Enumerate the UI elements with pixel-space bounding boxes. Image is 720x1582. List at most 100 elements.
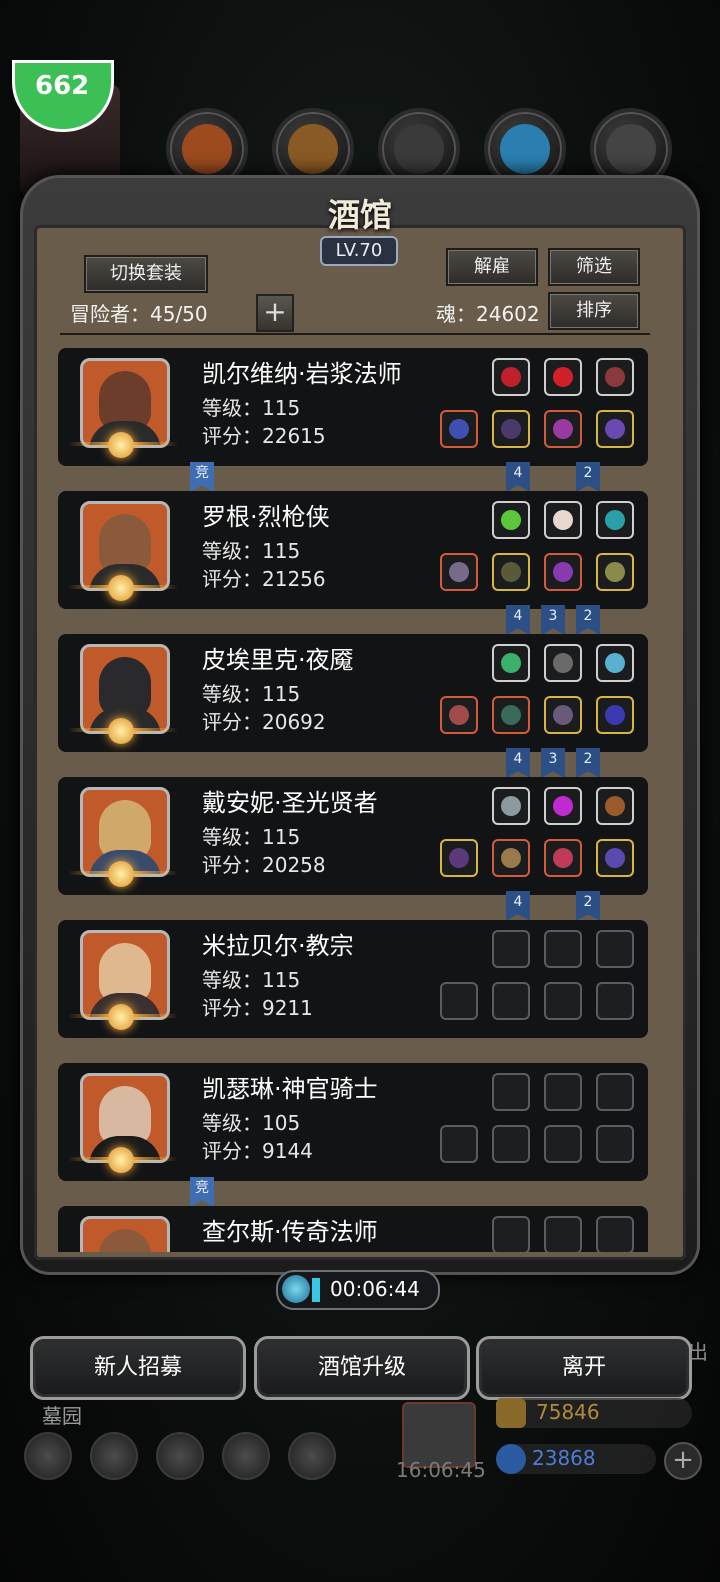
sort-button[interactable]: 排序 [548,292,640,330]
side-label[interactable]: 出 [688,1336,708,1365]
equip-slot-ruby-icon[interactable] [544,358,582,396]
ring-glyph [605,705,625,725]
armor-glyph [501,562,521,582]
hero-card[interactable]: 查尔斯·传奇法师 [58,1206,648,1252]
equip-slot-ring-icon[interactable] [596,696,634,734]
empty-slot-hourglass-icon[interactable] [544,930,582,968]
equip-slot-staff-icon[interactable] [440,839,478,877]
empty-slot-hammer-icon[interactable] [440,982,478,1020]
equip-slot-gem-icon[interactable] [492,358,530,396]
equip-slot-emerald-icon[interactable] [492,644,530,682]
switch-outfit-button[interactable]: 切换套装 [84,255,208,293]
empty-slot-hourglass-icon[interactable] [544,1073,582,1111]
set-ribbon: 2 [576,605,600,635]
equip-slot-robe-icon[interactable] [492,839,530,877]
clock-text: 16:06:45 [396,1458,486,1482]
empty-slot-ring-icon[interactable] [596,982,634,1020]
turquoise-glyph [605,510,625,530]
add-capacity-button[interactable]: + [256,294,294,332]
equip-slot-sword-icon[interactable] [440,696,478,734]
equip-slot-staff-icon[interactable] [440,410,478,448]
menu-round-icon[interactable] [24,1432,72,1480]
equip-slot-pipe-icon[interactable] [596,787,634,825]
equip-slot-armor-icon[interactable] [492,553,530,591]
equip-slot-pearl-icon[interactable] [544,501,582,539]
hero-portrait[interactable] [80,1216,170,1252]
hero-card[interactable]: 凯瑟琳·神官骑士 等级：105 评分：9144 [58,1063,648,1181]
upgrade-tavern-button[interactable]: 酒馆升级 [254,1336,470,1400]
set-ribbon: 4 [506,462,530,492]
hero-card[interactable]: 凯尔维纳·岩浆法师 等级：115 评分：22615 [58,348,648,466]
set-ribbon: 4 [506,605,530,635]
sun-emblem-icon [108,1147,134,1173]
equip-slot-turquoise-icon[interactable] [596,501,634,539]
hero-level: 等级：115 [202,539,301,563]
timer-text: 00:06:44 [330,1277,420,1301]
equip-slot-armor-icon[interactable] [492,410,530,448]
empty-slot-hourglass-icon[interactable] [544,1216,582,1252]
hero-level: 等级：115 [202,396,301,420]
equip-slot-shield-icon[interactable] [596,553,634,591]
hero-score: 评分：22615 [202,424,326,448]
staff-glyph [449,419,469,439]
charm-glyph [553,562,573,582]
empty-slot-drop-icon[interactable] [492,1216,530,1252]
gem-icon [496,1444,526,1474]
empty-slot-ring-icon[interactable] [596,1125,634,1163]
menu-round-icon[interactable] [222,1432,270,1480]
hero-score: 评分：20692 [202,710,326,734]
equip-slot-orb-icon[interactable] [596,358,634,396]
equip-slot-wand-icon[interactable] [596,644,634,682]
dismiss-button[interactable]: 解雇 [446,248,538,286]
equip-slot-amethyst-icon[interactable] [544,787,582,825]
empty-slot-armor-icon[interactable] [492,1125,530,1163]
menu-round-icon[interactable] [90,1432,138,1480]
sun-emblem-icon [108,575,134,601]
soul-count: 魂：24602 [436,302,540,326]
hero-card[interactable]: 罗根·烈枪侠 等级：115 评分：21256 [58,491,648,609]
equip-slot-amulet-icon[interactable] [544,410,582,448]
equip-slot-ore-icon[interactable] [492,787,530,825]
add-gems-plus-icon[interactable]: + [664,1442,702,1480]
empty-slot-hourglass-icon[interactable] [596,1216,634,1252]
wand-glyph [605,653,625,673]
empty-slot-drop-icon[interactable] [492,1073,530,1111]
hero-card[interactable]: 皮埃里克·夜魇 等级：115 评分：20692 [58,634,648,752]
emerald-glyph [501,653,521,673]
adventurer-count: 冒险者：45/50 [70,302,208,326]
gold-icon [496,1398,526,1428]
empty-slot-hourglass-icon[interactable] [596,930,634,968]
equip-slot-potion-icon[interactable] [544,839,582,877]
set-ribbon: 4 [506,748,530,778]
empty-slot-armor-icon[interactable] [492,982,530,1020]
flask-glyph [553,705,573,725]
equip-slot-flask-icon[interactable] [544,696,582,734]
timer-bar [312,1278,320,1302]
equip-slot-gauntlet-icon[interactable] [544,644,582,682]
hero-list[interactable]: 凯尔维纳·岩浆法师 等级：115 评分：22615 竞 4 2 罗根·烈枪侠 等… [34,340,686,1252]
equip-slot-spear-icon[interactable] [440,553,478,591]
hero-name: 戴安妮·圣光贤者 [202,789,378,817]
leave-button[interactable]: 离开 [476,1336,692,1400]
menu-round-icon[interactable] [288,1432,336,1480]
hero-card[interactable]: 戴安妮·圣光贤者 等级：115 评分：20258 [58,777,648,895]
empty-slot-ring-icon[interactable] [544,1125,582,1163]
menu-round-icon[interactable] [156,1432,204,1480]
hero-card[interactable]: 米拉贝尔·教宗 等级：115 评分：9211 [58,920,648,1038]
equip-slot-charm-icon[interactable] [544,553,582,591]
divider [60,333,650,335]
equip-slot-pendant-icon[interactable] [596,839,634,877]
graveyard-label[interactable]: 墓园 [42,1400,82,1429]
equip-slot-green-gem-icon[interactable] [492,501,530,539]
equip-slot-armor-icon[interactable] [492,696,530,734]
empty-slot-hammer-icon[interactable] [440,1125,478,1163]
empty-slot-drop-icon[interactable] [492,930,530,968]
equip-slot-necklace-icon[interactable] [596,410,634,448]
empty-slot-hourglass-icon[interactable] [596,1073,634,1111]
recruit-button[interactable]: 新人招募 [30,1336,246,1400]
sword-glyph [449,705,469,725]
empty-slot-ring-icon[interactable] [544,982,582,1020]
hero-level: 等级：115 [202,968,301,992]
filter-button[interactable]: 筛选 [548,248,640,286]
sun-emblem-icon [108,718,134,744]
